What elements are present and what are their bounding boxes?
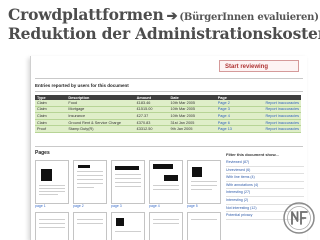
- page-thumbnails: page 1 page 2 page 3 page 4 page 5: [35, 160, 221, 240]
- arrow-icon: ➔: [166, 9, 178, 24]
- table-row: Claim Mortgage £1515.00 10th Mar 2005 Pa…: [35, 106, 301, 114]
- cell-amount: £27.37: [134, 112, 169, 120]
- redaction-block: [116, 218, 124, 226]
- text-line: [115, 178, 141, 179]
- page-thumbnail[interactable]: [35, 160, 69, 204]
- redaction-block: [78, 165, 90, 168]
- text-line: [39, 223, 65, 224]
- cell-date: 31st Jan 2005: [168, 119, 216, 127]
- page-thumbnail[interactable]: [73, 160, 107, 204]
- page-thumbnail[interactable]: [187, 212, 221, 240]
- report-link[interactable]: Report inaccuracies: [263, 106, 301, 114]
- text-line: [115, 231, 141, 232]
- thumbnail-caption[interactable]: page 4: [149, 204, 160, 208]
- title-subtitle: (BürgerInnen evaluieren): [179, 12, 319, 23]
- text-line: [77, 179, 103, 180]
- cell-date: 9th Jan 2005: [168, 125, 216, 133]
- filter-option[interactable]: Reviewed (87): [226, 159, 304, 167]
- pages-heading: Pages: [35, 150, 50, 156]
- divider: [35, 91, 303, 92]
- text-line: [115, 186, 141, 187]
- redaction-block: [192, 167, 202, 177]
- cell-description: Mortgage: [66, 106, 135, 114]
- filter-option[interactable]: Interesting (27): [226, 189, 304, 197]
- entries-table: Type Description Amount Date Page Claim …: [35, 95, 301, 133]
- slide-title-line-2: Reduktion der Administrationskosten: [8, 24, 320, 43]
- text-line: [39, 227, 65, 228]
- page-thumbnail[interactable]: [149, 160, 183, 204]
- document-screenshot: Start reviewing Entries reported by user…: [30, 56, 307, 240]
- filter-option[interactable]: Unreviewed (6): [226, 167, 304, 175]
- text-line: [77, 183, 103, 184]
- title-main: Crowdplattformen: [8, 5, 164, 24]
- text-line: [191, 181, 217, 182]
- filter-option[interactable]: With line items (4): [226, 174, 304, 182]
- report-link[interactable]: Report inaccuracies: [263, 112, 301, 120]
- cell-description: Ground Rent & Service Charge: [66, 119, 135, 127]
- redaction-block: [153, 164, 173, 169]
- text-line: [153, 189, 179, 190]
- slide-title: Crowdplattformen ➔ (BürgerInnen evaluieren…: [8, 5, 319, 24]
- page-thumbnail[interactable]: [111, 212, 145, 240]
- page-thumbnail[interactable]: [149, 212, 183, 240]
- table-row: Claim Ground Rent & Service Charge £370.…: [35, 119, 301, 127]
- page-link[interactable]: Page 4: [215, 112, 264, 120]
- page-link[interactable]: Page 3: [215, 106, 264, 114]
- text-line: [77, 223, 103, 224]
- text-line: [77, 171, 103, 172]
- text-line: [191, 189, 212, 190]
- cell-amount: £370.83: [134, 119, 169, 127]
- entries-heading: Entries reported by users for this docum…: [35, 83, 129, 88]
- thumbnail-caption[interactable]: page 2: [73, 204, 84, 208]
- redaction-block: [164, 175, 178, 181]
- thumbnail-caption[interactable]: page 5: [187, 204, 198, 208]
- table-row: Claim Insurance £27.37 10th Mar 2005 Pag…: [35, 112, 301, 120]
- text-line: [115, 174, 141, 175]
- text-line: [153, 223, 179, 224]
- filter-option[interactable]: With annotations (4): [226, 182, 304, 190]
- text-line: [77, 175, 103, 176]
- brand-logo-icon: [283, 202, 315, 234]
- text-line: [39, 191, 65, 192]
- text-line: [115, 182, 141, 183]
- text-line: [39, 185, 65, 186]
- start-reviewing-button[interactable]: Start reviewing: [219, 60, 299, 72]
- page-thumbnail[interactable]: [111, 160, 145, 204]
- page-thumbnail[interactable]: [187, 160, 221, 204]
- redaction-block: [41, 169, 52, 181]
- page-link[interactable]: Page 6: [215, 119, 264, 127]
- cell-type: Proof: [35, 125, 67, 133]
- thumbnail-caption[interactable]: page 1: [35, 204, 46, 208]
- divider: [35, 146, 303, 147]
- text-line: [39, 219, 65, 220]
- cell-date: 10th Mar 2005: [168, 112, 216, 120]
- page-thumbnail[interactable]: [73, 212, 107, 240]
- text-line: [39, 194, 58, 195]
- text-line: [191, 219, 217, 220]
- page-thumbnail[interactable]: [35, 212, 69, 240]
- slide: Crowdplattformen ➔ (BürgerInnen evaluieren…: [0, 0, 320, 240]
- cell-type: Claim: [35, 112, 67, 120]
- text-line: [77, 187, 94, 188]
- redaction-block: [115, 166, 139, 170]
- table-row: Proof Stamp Duty(R) £3312.50 9th Jan 200…: [35, 125, 301, 133]
- cell-type: Claim: [35, 119, 67, 127]
- thumbnail-caption[interactable]: page 3: [111, 204, 122, 208]
- report-link[interactable]: Report inaccuracies: [263, 119, 301, 127]
- cell-date: 10th Mar 2005: [168, 106, 216, 114]
- cell-description: Stamp Duty(R): [66, 125, 135, 133]
- filter-title: Filter this document show...: [226, 152, 279, 157]
- report-link[interactable]: Report inaccuracies: [263, 125, 301, 133]
- cell-amount: £3312.50: [134, 125, 169, 133]
- text-line: [39, 188, 65, 189]
- cell-description: Insurance: [66, 112, 135, 120]
- page-link[interactable]: Page 13: [215, 125, 264, 133]
- text-line: [191, 185, 217, 186]
- cell-amount: £1515.00: [134, 106, 169, 114]
- text-line: [153, 185, 179, 186]
- text-line: [77, 219, 103, 220]
- divider: [35, 78, 303, 79]
- cell-type: Claim: [35, 106, 67, 114]
- text-line: [153, 219, 179, 220]
